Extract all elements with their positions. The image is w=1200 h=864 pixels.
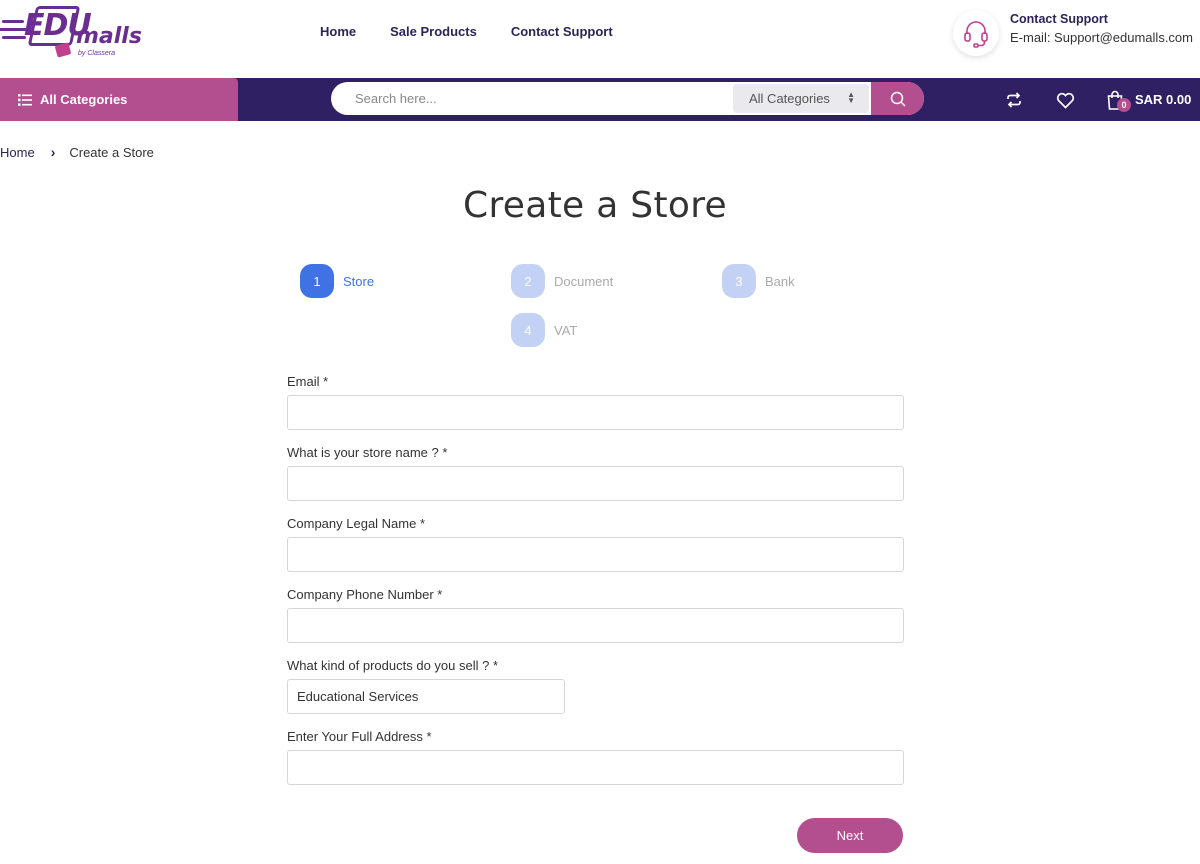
phone-label: Company Phone Number * [287,587,443,602]
step-store[interactable]: 1 Store [300,264,374,298]
site-header: EDU malls by Classera Home Sale Products… [0,0,1200,78]
step-number: 3 [722,264,756,298]
breadcrumb-current: Create a Store [69,144,154,160]
products-label: What kind of products do you sell ? * [287,658,499,673]
support-title: Contact Support [1010,12,1108,26]
search-button[interactable] [871,82,924,115]
step-label: Store [343,273,375,289]
cart-count-badge: 0 [1117,98,1131,112]
address-label: Enter Your Full Address * [287,729,432,744]
products-select[interactable] [287,679,565,714]
step-label: Bank [765,273,795,289]
store-name-field[interactable] [287,466,904,501]
legal-name-field[interactable] [287,537,904,572]
chevron-right-icon: › [50,144,56,160]
step-label: VAT [554,322,578,338]
step-number: 1 [300,264,334,298]
support-email[interactable]: E-mail: Support@edumalls.com [1010,30,1193,45]
email-label: Email * [287,374,329,389]
all-categories-label: All Categories [40,92,128,107]
top-nav: Home Sale Products Contact Support [320,24,647,39]
legal-name-label: Company Legal Name * [287,516,426,531]
all-categories-button[interactable]: All Categories [0,78,238,121]
search-icon [890,91,906,107]
cart-total[interactable]: SAR 0.00 [1135,92,1191,107]
headset-icon [953,10,999,56]
email-field[interactable] [287,395,904,430]
category-select[interactable]: All Categories ▲ ▼ [733,84,869,113]
nav-sale-products[interactable]: Sale Products [390,24,477,39]
logo-blob [54,42,72,58]
breadcrumb: Home › Create a Store [0,144,154,160]
search-bar: All Categories ▲▼ [331,82,924,115]
breadcrumb-home[interactable]: Home [0,145,35,160]
category-select-value: All Categories [749,91,830,106]
phone-field[interactable] [287,608,904,643]
next-button[interactable]: Next [797,818,903,853]
nav-home[interactable]: Home [320,24,356,39]
select-arrows-icon: ▲ ▼ [847,90,855,105]
search-input[interactable] [331,82,731,115]
edumalls-logo[interactable]: EDU malls by Classera [0,6,142,64]
logo-speed-line [2,36,26,39]
nav-contact-support[interactable]: Contact Support [511,24,613,39]
store-name-label: What is your store name ? * [287,445,448,460]
logo-sub: by Classera [78,50,115,57]
step-number: 4 [511,313,545,347]
page-title: Create a Store [463,185,727,226]
address-field[interactable] [287,750,904,785]
main-navbar: All Categories All Categories ▲▼ [0,78,1200,121]
step-label: Document [554,273,614,289]
compare-icon[interactable] [1003,89,1025,111]
step-vat[interactable]: 4 VAT [511,313,577,347]
logo-speed-line [2,20,24,23]
step-number: 2 [511,264,545,298]
logo-malls-text: malls [76,24,142,49]
step-bank[interactable]: 3 Bank [722,264,795,298]
step-document[interactable]: 2 Document [511,264,613,298]
wishlist-heart-icon[interactable] [1054,89,1076,111]
contact-support-block: Contact Support E-mail: Support@edumalls… [953,10,1193,60]
list-icon [18,93,32,106]
